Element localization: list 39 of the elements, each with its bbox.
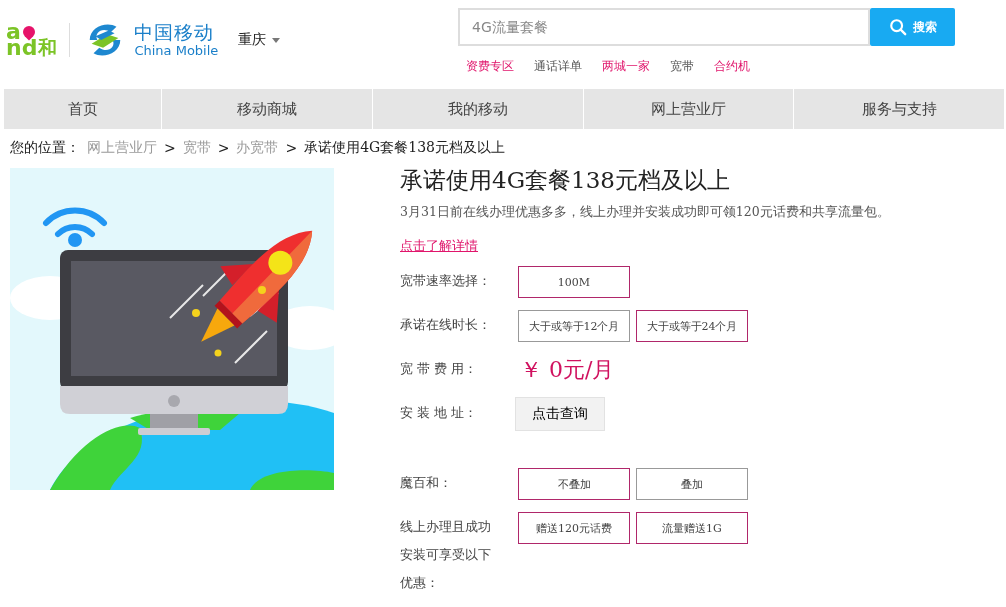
breadcrumb-separator: > bbox=[164, 140, 176, 156]
option-button[interactable]: 叠加 bbox=[636, 468, 748, 500]
option-button[interactable]: 大于或等于24个月 bbox=[636, 310, 748, 342]
field-label: 线上办理且成功安装可享受以下优惠： bbox=[400, 518, 492, 592]
product-title: 承诺使用4G套餐138元档及以上 bbox=[400, 166, 731, 194]
caret-icon bbox=[272, 37, 281, 43]
search-icon bbox=[888, 18, 907, 36]
details-link[interactable]: 点击了解详情 bbox=[400, 237, 890, 255]
city-selector[interactable]: 重庆 bbox=[238, 31, 281, 49]
field-label: 安 装 地 址： bbox=[400, 404, 478, 422]
quick-link[interactable]: 通话详单 bbox=[534, 58, 582, 75]
field-label: 承诺在线时长： bbox=[400, 316, 492, 334]
nav-tab[interactable]: 首页 bbox=[4, 89, 162, 129]
breadcrumb-separator: > bbox=[285, 140, 298, 156]
quick-link[interactable]: 合约机 bbox=[714, 58, 750, 75]
field-label: 宽 带 费 用： bbox=[400, 360, 478, 378]
option-button[interactable]: 赠送120元话费 bbox=[518, 512, 630, 544]
field-label: 宽带速率选择： bbox=[400, 272, 492, 290]
nav-tab[interactable]: 我的移动 bbox=[371, 89, 583, 129]
option-button[interactable]: 流量赠送1G bbox=[636, 512, 748, 544]
option-button[interactable]: 不叠加 bbox=[518, 468, 630, 500]
nav-tab[interactable]: 服务与支持 bbox=[793, 89, 1004, 129]
quick-link[interactable]: 两城一家 bbox=[602, 58, 650, 75]
quick-link[interactable]: 宽带 bbox=[670, 58, 694, 75]
option-button[interactable]: 100M bbox=[518, 266, 630, 298]
breadcrumb-current: 承诺使用4G套餐138元档及以上 bbox=[304, 139, 505, 157]
query-button[interactable]: 点击查询 bbox=[515, 397, 605, 431]
nav-tab[interactable]: 网上营业厅 bbox=[582, 89, 794, 129]
quick-link[interactable]: 资费专区 bbox=[466, 58, 514, 75]
field-label: 魔百和： bbox=[400, 474, 453, 492]
brand-name: 中国移动 bbox=[134, 21, 216, 43]
product-description: 3月31日前在线办理优惠多多，线上办理并安装成功即可领120元话费和共享流量包。 bbox=[400, 204, 890, 221]
option-button[interactable]: 大于或等于12个月 bbox=[518, 310, 630, 342]
breadcrumb-separator: > bbox=[217, 140, 230, 156]
brand-name-english: China Mobile bbox=[134, 43, 219, 59]
breadcrumb-label: 您的位置： bbox=[10, 139, 80, 157]
search-field[interactable]: 4G流量套餐 bbox=[458, 8, 870, 46]
price: ￥ 0元/月 bbox=[520, 356, 615, 384]
nav-tab[interactable]: 移动商城 bbox=[161, 89, 372, 129]
